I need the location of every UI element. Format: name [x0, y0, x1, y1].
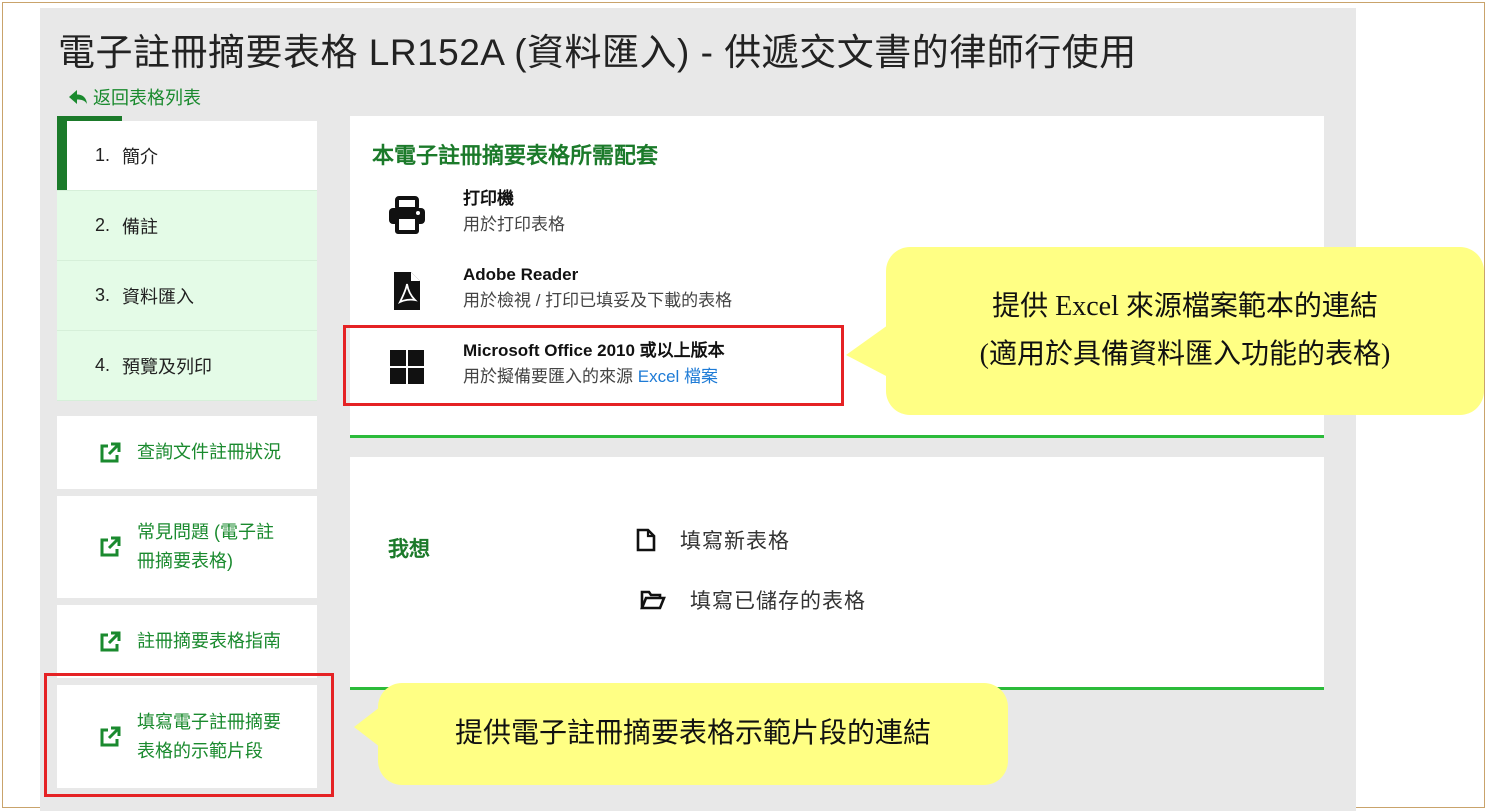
- link-label: 查詢文件註冊狀況: [137, 442, 281, 462]
- requirement-desc: 用於檢視 / 打印已填妥及下載的表格: [463, 291, 733, 310]
- external-link-icon: [100, 536, 121, 557]
- link-faq[interactable]: 常見問題 (電子註 冊摘要表格): [57, 496, 317, 598]
- link-form-guide[interactable]: 註冊摘要表格指南: [57, 605, 317, 678]
- pdf-file-icon: [386, 270, 428, 312]
- arrow-left-icon: [69, 90, 87, 104]
- step-label: 備註: [122, 216, 159, 237]
- file-icon: [636, 528, 656, 552]
- step-number: 4.: [95, 355, 111, 375]
- callout-line2: (適用於具備資料匯入功能的表格): [979, 339, 1391, 370]
- step-label: 資料匯入: [122, 286, 195, 307]
- requirement-name: 打印機: [463, 189, 514, 208]
- excel-template-callout: 提供 Excel 來源檔案範本的連結 (適用於具備資料匯入功能的表格): [846, 247, 1484, 415]
- link-label-line1: 常見問題 (電子註: [137, 522, 274, 542]
- step-data-import[interactable]: 3. 資料匯入: [57, 261, 317, 331]
- step-nav: 1. 簡介 2. 備註 3. 資料匯入 4. 預覽及列印: [57, 116, 317, 401]
- highlight-box-sample-link: [44, 673, 334, 797]
- option-label: 填寫新表格: [680, 530, 790, 553]
- sample-clip-callout: 提供電子註冊摘要表格示範片段的連結: [354, 683, 1008, 785]
- requirement-printer: 打印機 用於打印表格: [386, 188, 565, 240]
- actions-label: 我想: [388, 538, 430, 561]
- external-link-icon: [100, 442, 121, 462]
- step-introduction[interactable]: 1. 簡介: [57, 121, 317, 191]
- highlight-box-office: [343, 325, 844, 406]
- fill-new-form-option[interactable]: 填寫新表格: [636, 525, 790, 555]
- requirement-name: Adobe Reader: [463, 265, 579, 284]
- back-to-form-list-link[interactable]: 返回表格列表: [68, 84, 201, 110]
- link-document-registration-status[interactable]: 查詢文件註冊狀況: [57, 416, 317, 489]
- requirement-adobe-reader: Adobe Reader 用於檢視 / 打印已填妥及下載的表格: [386, 264, 732, 316]
- step-notes[interactable]: 2. 備註: [57, 191, 317, 261]
- external-link-icon: [100, 631, 121, 651]
- callout-text: 提供電子註冊摘要表格示範片段的連結: [454, 718, 931, 749]
- requirements-heading: 本電子註冊摘要表格所需配套: [372, 143, 659, 168]
- fill-saved-form-option[interactable]: 填寫已儲存的表格: [640, 585, 866, 615]
- step-number: 2.: [95, 215, 111, 235]
- step-label: 預覽及列印: [122, 356, 213, 377]
- link-label-line2: 冊摘要表格): [137, 551, 233, 571]
- step-preview-print[interactable]: 4. 預覽及列印: [57, 331, 317, 401]
- page-title: 電子註冊摘要表格 LR152A (資料匯入) - 供遞交文書的律師行使用: [58, 32, 1137, 73]
- step-number: 3.: [95, 285, 111, 305]
- folder-open-icon: [640, 590, 666, 610]
- printer-icon: [386, 194, 428, 236]
- link-label: 註冊摘要表格指南: [137, 631, 281, 651]
- step-label: 簡介: [122, 146, 159, 167]
- actions-panel: 我想 填寫新表格 填寫已儲存的表格: [350, 457, 1324, 690]
- step-number: 1.: [95, 145, 111, 165]
- requirement-desc: 用於打印表格: [463, 215, 565, 234]
- callout-line1: 提供 Excel 來源檔案範本的連結: [992, 291, 1378, 322]
- option-label: 填寫已儲存的表格: [690, 590, 866, 613]
- back-link-label: 返回表格列表: [93, 88, 201, 108]
